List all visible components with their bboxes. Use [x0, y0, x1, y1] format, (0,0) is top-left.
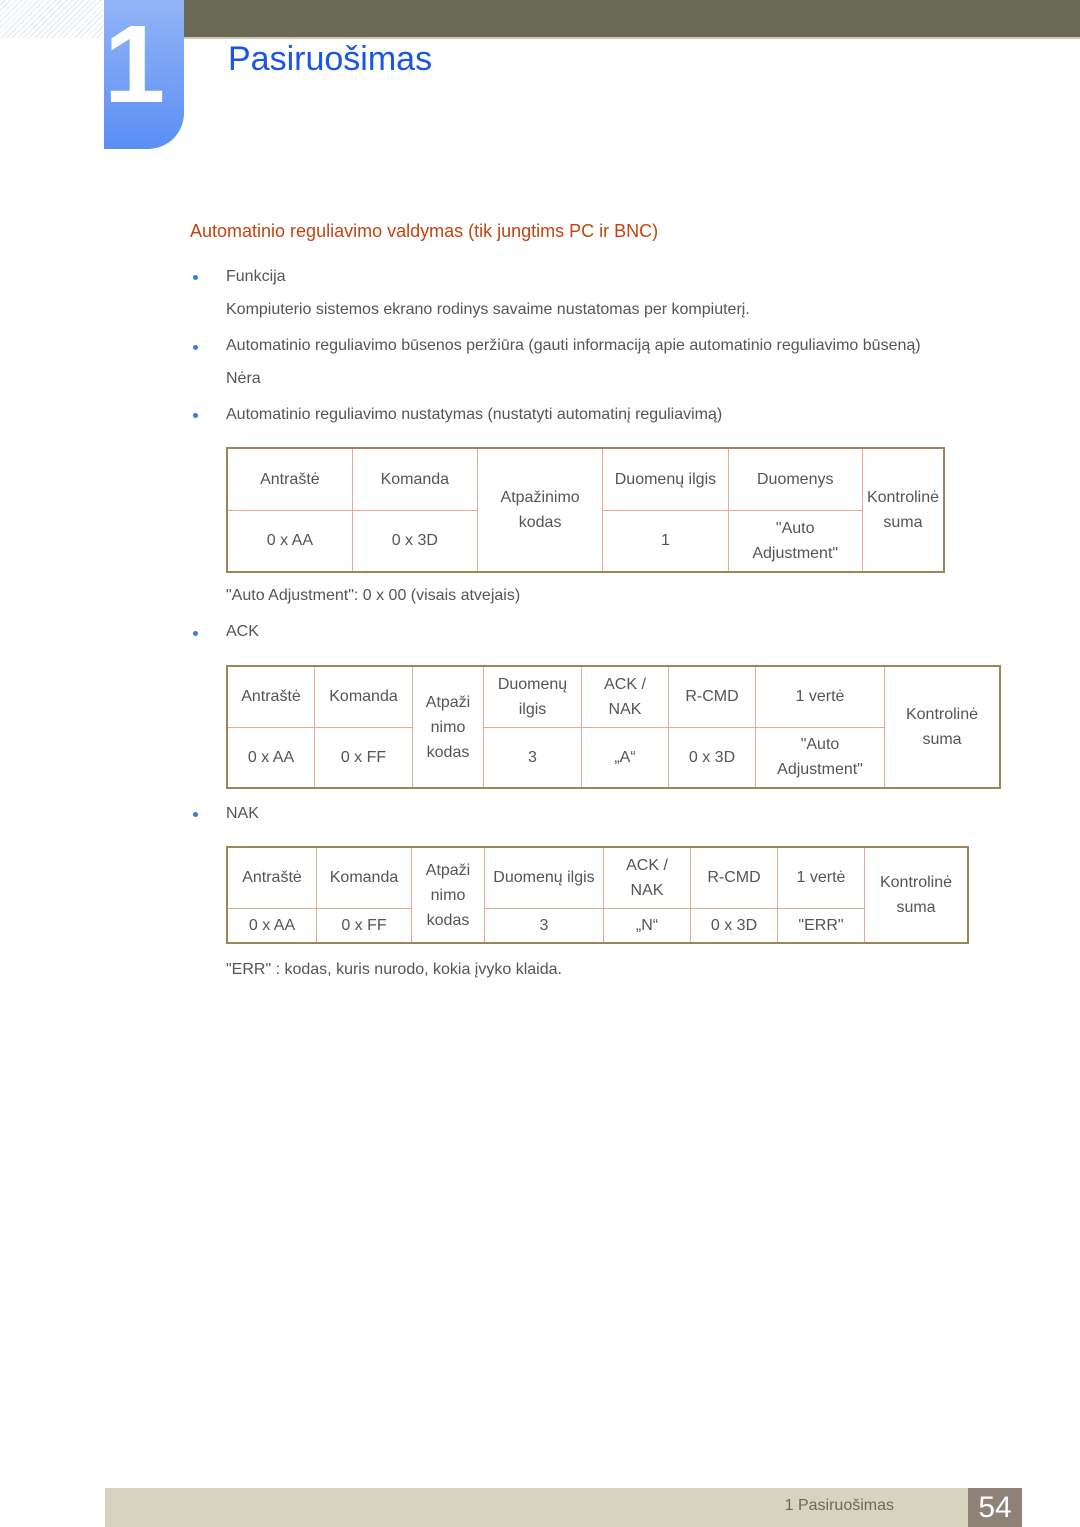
- chapter-title: Pasiruošimas: [228, 40, 433, 78]
- header-cell: 1 vertė: [777, 846, 865, 909]
- value-cell: 0 x 3D: [351, 509, 478, 573]
- header-cell: Komanda: [351, 447, 478, 511]
- value-cell: 3: [484, 907, 604, 944]
- header-cell: Antraštė: [226, 447, 353, 511]
- header-cell: Duomenys: [727, 447, 863, 511]
- value-cell: „A“: [581, 726, 669, 789]
- bullet-icon: [193, 812, 198, 817]
- header-cell: Kontrolinė suma: [884, 665, 1001, 789]
- value-cell: 1: [602, 509, 729, 573]
- header-cell: R-CMD: [690, 846, 778, 909]
- header-cell: Antraštė: [226, 846, 317, 909]
- header-cell: Komanda: [316, 846, 412, 909]
- nak-table: Antraštė Komanda Atpaži nimo kodas Duome…: [226, 846, 969, 944]
- value-cell: 0 x AA: [226, 726, 315, 789]
- header-cell: ACK / NAK: [603, 846, 691, 909]
- bullet-icon: [193, 631, 198, 636]
- page-number: 54: [968, 1488, 1022, 1527]
- footer-chapter-label: 1 Pasiruošimas: [784, 1497, 894, 1514]
- bullet-icon: [193, 275, 198, 280]
- header-bar: [183, 0, 1080, 39]
- value-cell: "Auto Adjustment": [727, 509, 863, 573]
- header-cell: Duomenų ilgis: [483, 665, 582, 728]
- header-cell: Atpažinimo kodas: [476, 447, 604, 573]
- value-cell: „N“: [603, 907, 691, 944]
- nak-note: "ERR" : kodas, kuris nurodo, kokia įvyko…: [226, 961, 562, 978]
- chapter-badge: 1: [104, 0, 184, 149]
- header-cell: Atpaži nimo kodas: [411, 846, 485, 944]
- bullet-icon: [193, 345, 198, 350]
- item-detail: Kompiuterio sistemos ekrano rodinys sava…: [226, 301, 750, 318]
- value-cell: 0 x 3D: [668, 726, 756, 789]
- item-label: Automatinio reguliavimo būsenos peržiūra…: [226, 337, 921, 354]
- command-table: Antraštė Komanda Atpažinimo kodas Duomen…: [226, 447, 945, 573]
- value-cell: 0 x 3D: [690, 907, 778, 944]
- value-cell: 0 x FF: [316, 907, 412, 944]
- header-cell: Kontrolinė suma: [864, 846, 969, 944]
- item-detail: Nėra: [226, 370, 261, 387]
- header-cell: Atpaži nimo kodas: [412, 665, 484, 789]
- value-cell: 0 x FF: [314, 726, 413, 789]
- header-cell: Duomenų ilgis: [602, 447, 729, 511]
- table-note: "Auto Adjustment": 0 x 00 (visais atveja…: [226, 587, 521, 604]
- value-cell: 3: [483, 726, 582, 789]
- ack-label: ACK: [226, 623, 259, 640]
- header-cell: Kontrolinė suma: [861, 447, 945, 573]
- header-cell: R-CMD: [668, 665, 756, 728]
- value-cell: 0 x AA: [226, 509, 353, 573]
- value-cell: 0 x AA: [226, 907, 317, 944]
- nak-label: NAK: [226, 805, 259, 822]
- item-label: Automatinio reguliavimo nustatymas (nust…: [226, 406, 723, 423]
- footer-bar: 1 Pasiruošimas: [105, 1488, 1022, 1527]
- header-cell: Duomenų ilgis: [484, 846, 604, 909]
- item-label: Funkcija: [226, 268, 286, 285]
- ack-table: Antraštė Komanda Atpaži nimo kodas Duome…: [226, 665, 1001, 789]
- bullet-icon: [193, 413, 198, 418]
- value-cell: "Auto Adjustment": [755, 726, 885, 789]
- section-title: Automatinio reguliavimo valdymas (tik ju…: [190, 221, 659, 241]
- header-cell: Antraštė: [226, 665, 315, 728]
- value-cell: "ERR": [777, 907, 865, 944]
- decorative-hatch: [0, 0, 103, 38]
- header-cell: ACK / NAK: [581, 665, 669, 728]
- chapter-number: 1: [104, 3, 166, 126]
- header-cell: 1 vertė: [755, 665, 885, 728]
- header-cell: Komanda: [314, 665, 413, 728]
